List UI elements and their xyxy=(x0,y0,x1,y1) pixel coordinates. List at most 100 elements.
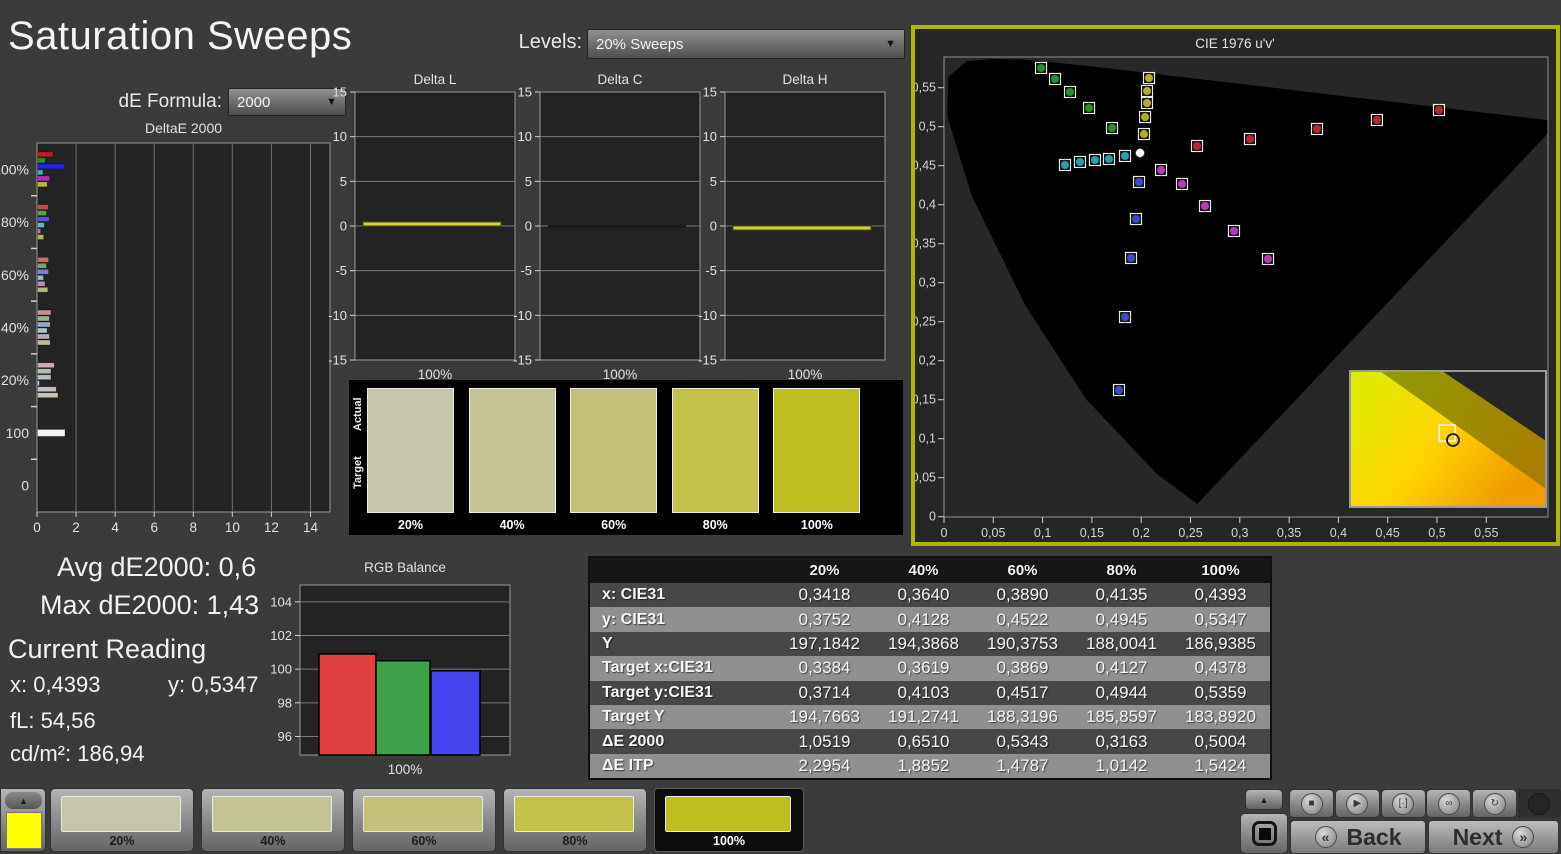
table-cell: 183,8920 xyxy=(1185,707,1256,727)
table-cell: 185,8597 xyxy=(1086,707,1157,727)
svg-text:-15: -15 xyxy=(513,353,532,368)
actual-target-swatch-panel: Actual Target 20% 40% 60% 80% 100% xyxy=(349,380,903,535)
table-cell: 0,4128 xyxy=(897,609,950,629)
table-cell: 0,3869 xyxy=(996,658,1049,678)
svg-text:0,25: 0,25 xyxy=(915,315,936,329)
deltae-bar xyxy=(37,386,57,393)
level-button-swatch xyxy=(514,796,634,832)
table-row-label: Target x:CIE31 xyxy=(602,659,713,677)
levels-dropdown[interactable]: 20% Sweeps ▼ xyxy=(587,29,905,59)
swatch-80% xyxy=(671,388,759,513)
svg-text:0,25: 0,25 xyxy=(1178,526,1202,540)
stop-button[interactable]: ■ xyxy=(1289,789,1334,818)
deltae-bar xyxy=(37,327,48,334)
svg-text:0,3: 0,3 xyxy=(1231,526,1248,540)
table-row-label: Target Y xyxy=(602,708,665,726)
level-button-40%[interactable]: 40% xyxy=(201,788,345,852)
delta_l-bar xyxy=(362,221,502,227)
table-row: y: CIE31 0,3752 0,4128 0,4522 0,4945 0,5347 xyxy=(590,607,1270,632)
level-button-100%[interactable]: 100% xyxy=(654,788,804,852)
svg-text:0: 0 xyxy=(929,510,936,524)
svg-text:0: 0 xyxy=(33,520,41,535)
svg-text:20%: 20% xyxy=(1,372,29,388)
deltae-bar xyxy=(37,368,52,375)
record-indicator-icon xyxy=(1528,793,1550,815)
svg-text:10: 10 xyxy=(225,520,240,535)
svg-text:-5: -5 xyxy=(520,263,532,278)
swatch-label: 60% xyxy=(601,518,627,532)
table-row: ΔE ITP 2,2954 1,8852 1,4787 1,0142 1,5424 xyxy=(590,753,1270,779)
level-button-label: 40% xyxy=(260,834,286,848)
level-button-60%[interactable]: 60% xyxy=(352,788,496,852)
svg-text:60%: 60% xyxy=(1,267,29,283)
svg-text:Delta C: Delta C xyxy=(597,72,642,87)
table-cell: 0,5359 xyxy=(1194,682,1247,702)
svg-text:10: 10 xyxy=(518,129,532,144)
deltae-bar xyxy=(37,280,46,287)
back-button[interactable]: « Back xyxy=(1290,820,1426,854)
deltae-bar xyxy=(37,151,54,158)
next-arrow-icon: » xyxy=(1512,826,1535,848)
palette-expand-button[interactable]: ▲ xyxy=(5,792,42,809)
delta_c-bar xyxy=(548,225,686,228)
avg-de2000-stat: Avg dE2000: 0,6 xyxy=(57,552,257,582)
interval-button[interactable]: [·] xyxy=(1380,789,1426,818)
current-fl-value: fL: 54,56 xyxy=(10,708,96,733)
de-formula-label: dE Formula: xyxy=(118,91,222,112)
svg-text:0,5: 0,5 xyxy=(919,120,936,134)
table-row: Y 197,1842 194,3868 190,3753 188,0041 186,938… xyxy=(590,631,1270,657)
deltae-bar xyxy=(37,380,40,387)
table-cell: 191,2741 xyxy=(888,707,959,727)
meter-expand-button[interactable]: ▲ xyxy=(1245,789,1283,810)
svg-text:15: 15 xyxy=(333,85,347,100)
table-column-header: 20% xyxy=(809,562,840,579)
svg-text:0: 0 xyxy=(710,219,717,234)
svg-text:100%: 100% xyxy=(388,762,423,777)
target-row-label: Target xyxy=(352,456,364,489)
svg-text:0,15: 0,15 xyxy=(1080,526,1104,540)
svg-text:-10: -10 xyxy=(513,308,532,323)
deltae2000-chart: DeltaE 2000 0 2 4 6 8 10 12 14 100% 80% 60% 40% 20% 10… xyxy=(0,120,331,535)
deltae-bar xyxy=(37,333,50,340)
svg-text:100%: 100% xyxy=(0,161,29,177)
de-formula-value: 2000 xyxy=(237,93,271,111)
deltae-bar xyxy=(37,339,51,346)
svg-text:0,4: 0,4 xyxy=(919,198,936,212)
table-cell: 2,2954 xyxy=(798,755,851,775)
loop-button[interactable]: ∞ xyxy=(1426,789,1472,818)
svg-text:5: 5 xyxy=(340,174,347,189)
measure-button[interactable] xyxy=(1240,813,1288,854)
svg-text:100: 100 xyxy=(270,662,292,677)
level-button-20%[interactable]: 20% xyxy=(50,788,194,852)
cie-diagram: CIE 1976 u'v' 0 0,05 0,1 0,15 0,2 0,25 0… xyxy=(912,36,1549,540)
deltae-bar xyxy=(37,157,46,164)
svg-text:0,15: 0,15 xyxy=(915,393,936,407)
svg-text:0: 0 xyxy=(525,219,532,234)
svg-text:5: 5 xyxy=(710,174,717,189)
refresh-icon: ↻ xyxy=(1483,792,1506,815)
deltae-bar xyxy=(37,204,49,210)
svg-text:104: 104 xyxy=(270,594,292,609)
svg-text:6: 6 xyxy=(150,520,158,535)
table-cell: 0,4944 xyxy=(1095,682,1148,702)
table-cell: 188,3196 xyxy=(987,707,1058,727)
next-button[interactable]: Next » xyxy=(1428,820,1559,854)
levels-label: Levels: xyxy=(518,31,582,53)
svg-text:0: 0 xyxy=(941,526,948,540)
play-button[interactable]: ▶ xyxy=(1334,789,1380,818)
level-button-80%[interactable]: 80% xyxy=(503,788,647,852)
refresh-button[interactable]: ↻ xyxy=(1472,789,1518,818)
table-cell: 1,8852 xyxy=(897,755,950,775)
table-cell: 1,0142 xyxy=(1095,755,1148,775)
table-cell: 190,3753 xyxy=(987,633,1058,653)
table-cell: 0,5004 xyxy=(1194,731,1247,751)
deltae-bar xyxy=(37,362,55,369)
swatch-100% xyxy=(773,388,861,513)
deltae-bar xyxy=(37,321,51,328)
table-column-header: 60% xyxy=(1007,562,1038,579)
svg-text:15: 15 xyxy=(518,85,532,100)
table-column-header: 80% xyxy=(1106,562,1137,579)
svg-text:0,55: 0,55 xyxy=(1474,526,1498,540)
table-row-label: ΔE 2000 xyxy=(602,732,665,750)
svg-text:-15: -15 xyxy=(698,353,717,368)
